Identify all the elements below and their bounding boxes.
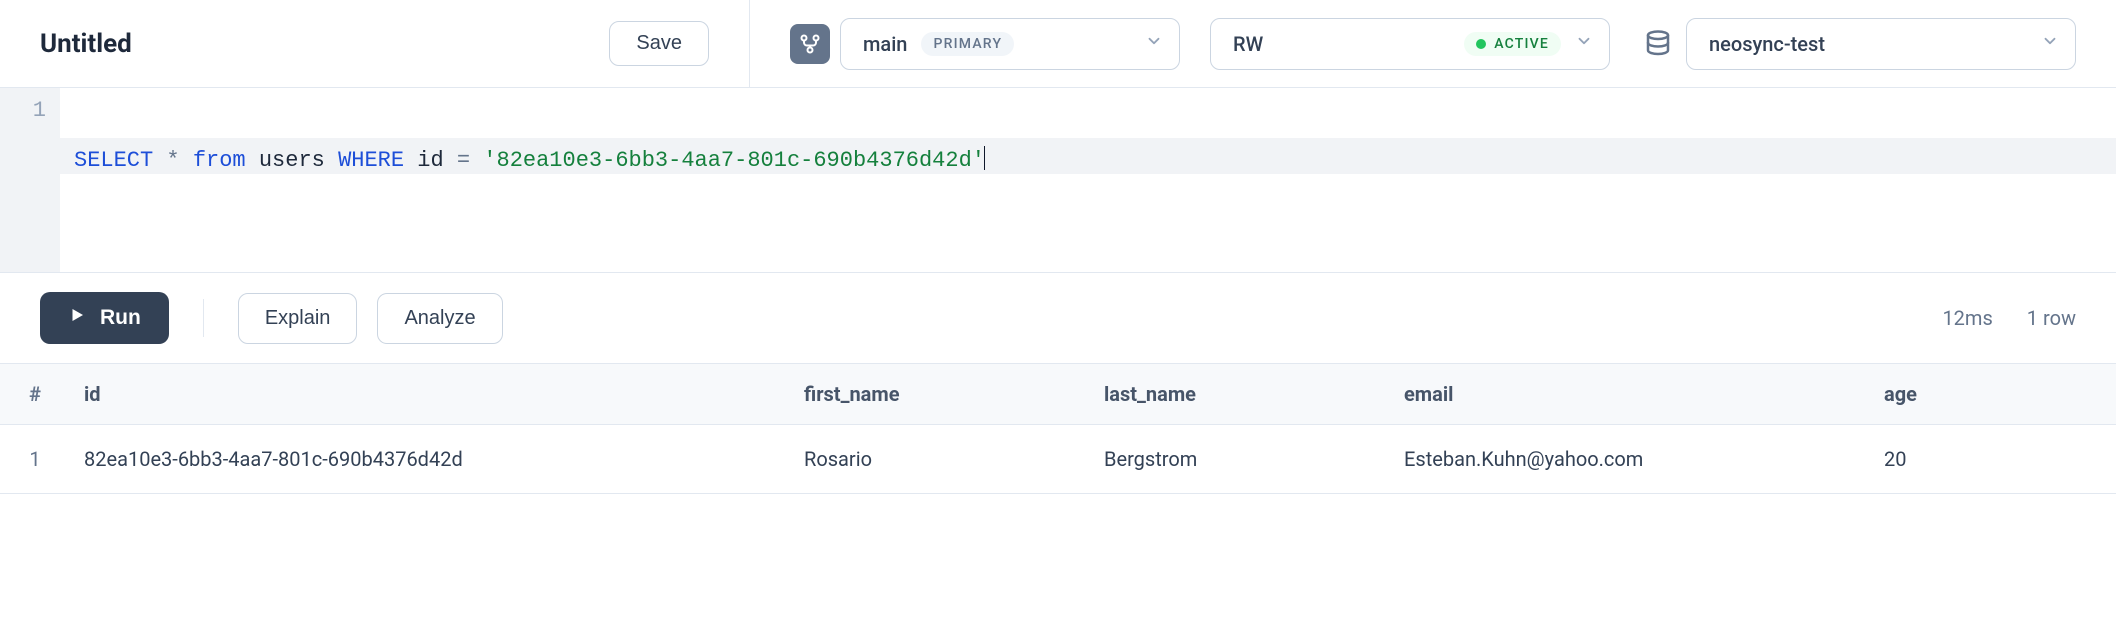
query-stats: 12ms 1 row: [1942, 306, 2076, 330]
cell-last-name: Bergstrom: [1090, 425, 1390, 494]
explain-button[interactable]: Explain: [238, 293, 358, 344]
code-line-1[interactable]: SELECT * from users WHERE id = '82ea10e3…: [60, 138, 2116, 174]
cell-id: 82ea10e3-6bb3-4aa7-801c-690b4376d42d: [70, 425, 790, 494]
table-header-row: # id first_name last_name email age: [0, 364, 2116, 425]
text-cursor: [984, 146, 986, 170]
col-age[interactable]: age: [1870, 364, 2116, 425]
col-id[interactable]: id: [70, 364, 790, 425]
line-number: 1: [0, 98, 46, 123]
token-ident: id: [417, 148, 443, 173]
cell-email: Esteban.Kuhn@yahoo.com: [1390, 425, 1870, 494]
actions-separator: [203, 299, 204, 337]
database-icon: [1640, 26, 1676, 62]
code-area[interactable]: SELECT * from users WHERE id = '82ea10e3…: [60, 88, 2116, 272]
chevron-down-icon: [1575, 32, 1593, 55]
results-table: # id first_name last_name email age 1 82…: [0, 363, 2116, 494]
top-toolbar: Untitled Save main PRIMARY RW ACTIVE: [0, 0, 2116, 88]
mode-badge: ACTIVE: [1464, 32, 1561, 56]
token-keyword: SELECT: [74, 148, 153, 173]
toolbar-separator: [749, 0, 750, 88]
branch-badge: PRIMARY: [921, 32, 1014, 56]
token-op: *: [166, 148, 179, 173]
query-rowcount: 1 row: [2027, 306, 2076, 330]
cell-index: 1: [0, 425, 70, 494]
col-first-name[interactable]: first_name: [790, 364, 1090, 425]
col-last-name[interactable]: last_name: [1090, 364, 1390, 425]
analyze-button[interactable]: Analyze: [377, 293, 502, 344]
token-ident: users: [259, 148, 325, 173]
save-button[interactable]: Save: [609, 21, 709, 66]
col-email[interactable]: email: [1390, 364, 1870, 425]
col-index[interactable]: #: [0, 364, 70, 425]
cell-first-name: Rosario: [790, 425, 1090, 494]
table-row[interactable]: 1 82ea10e3-6bb3-4aa7-801c-690b4376d42d R…: [0, 425, 2116, 494]
editor-gutter: 1: [0, 88, 60, 272]
mode-selector[interactable]: RW ACTIVE: [1210, 18, 1610, 70]
token-keyword: from: [193, 148, 246, 173]
chevron-down-icon: [1145, 32, 1163, 55]
cell-age: 20: [1870, 425, 2116, 494]
token-string: '82ea10e3-6bb3-4aa7-801c-690b4376d42d': [483, 148, 985, 173]
document-title[interactable]: Untitled: [40, 29, 132, 59]
branch-selector[interactable]: main PRIMARY: [840, 18, 1180, 70]
chevron-down-icon: [2041, 32, 2059, 55]
run-label: Run: [100, 306, 141, 330]
sql-editor[interactable]: 1 SELECT * from users WHERE id = '82ea10…: [0, 88, 2116, 273]
database-selector[interactable]: neosync-test: [1686, 18, 2076, 70]
token-keyword: WHERE: [338, 148, 404, 173]
database-name: neosync-test: [1709, 32, 1825, 56]
play-icon: [68, 306, 86, 330]
run-button[interactable]: Run: [40, 292, 169, 344]
query-timing: 12ms: [1942, 306, 1992, 330]
branch-name: main: [863, 32, 907, 56]
actions-bar: Run Explain Analyze 12ms 1 row: [0, 273, 2116, 363]
branch-icon: [790, 24, 830, 64]
mode-name: RW: [1233, 32, 1263, 56]
token-op: =: [457, 148, 470, 173]
